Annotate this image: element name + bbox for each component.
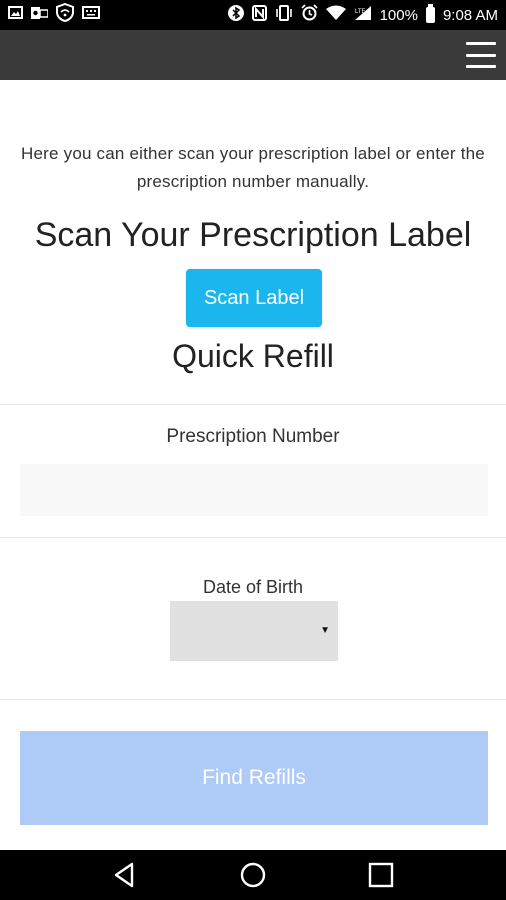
find-refills-button[interactable]: Find Refills <box>20 731 488 825</box>
status-bar: LTE 100% 9:08 AM <box>0 0 506 30</box>
prescription-number-input[interactable] <box>20 464 488 516</box>
back-icon[interactable] <box>110 860 140 890</box>
app-bar <box>0 30 506 80</box>
bluetooth-icon <box>227 4 244 26</box>
divider <box>0 537 506 538</box>
quick-refill-title: Quick Refill <box>172 338 334 374</box>
hamburger-menu-icon[interactable] <box>466 42 496 68</box>
divider <box>0 404 506 405</box>
scan-label-button[interactable]: Scan Label <box>186 269 322 327</box>
menu-line <box>466 65 496 68</box>
prescription-number-label: Prescription Number <box>166 426 340 447</box>
battery-percent: 100% <box>379 6 418 24</box>
shield-wifi-icon <box>56 2 74 27</box>
date-of-birth-select[interactable]: ▼ <box>170 601 338 661</box>
battery-icon <box>425 4 435 23</box>
signal-lte-icon: LTE <box>354 5 372 26</box>
menu-line <box>466 53 496 57</box>
scan-title: Scan Your Prescription Label <box>34 216 472 254</box>
status-left <box>8 2 100 27</box>
navigation-bar <box>0 850 506 900</box>
home-icon[interactable] <box>238 860 268 890</box>
intro-text: Here you can either scan your prescripti… <box>21 144 485 191</box>
outlook-icon <box>31 6 49 25</box>
lte-label: LTE <box>355 9 366 15</box>
date-of-birth-label: Date of Birth <box>202 577 304 597</box>
menu-line <box>466 42 496 45</box>
alarm-icon <box>300 4 318 26</box>
keyboard-icon <box>82 6 100 24</box>
dropdown-arrow-icon: ▼ <box>320 625 330 636</box>
vibrate-icon <box>275 4 293 26</box>
clock-time: 9:08 AM <box>442 6 498 24</box>
recent-apps-icon[interactable] <box>366 860 396 890</box>
wifi-icon <box>325 5 346 25</box>
nfc-icon <box>251 4 267 26</box>
divider <box>0 699 506 700</box>
status-right: LTE 100% 9:08 AM <box>227 4 498 26</box>
image-icon <box>8 6 23 24</box>
